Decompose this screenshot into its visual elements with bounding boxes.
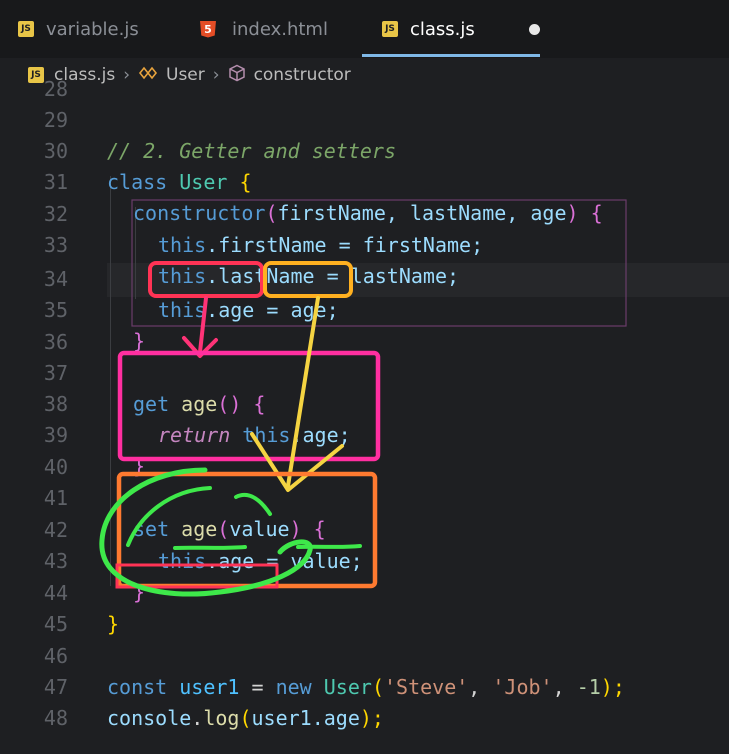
green-underline-this-age [173,545,247,550]
getter-highlight-box [117,350,381,462]
yellow-arrowhead-icon [250,432,344,492]
green-underline-value [296,544,362,549]
green-check-mark [234,493,272,516]
yellow-highlight-box [263,261,353,298]
green-stroke [126,486,212,547]
setter-highlight-box [116,471,378,589]
annotation-overlay [99,199,627,597]
pink-arrow [198,296,208,354]
red-highlight-box [148,261,264,298]
